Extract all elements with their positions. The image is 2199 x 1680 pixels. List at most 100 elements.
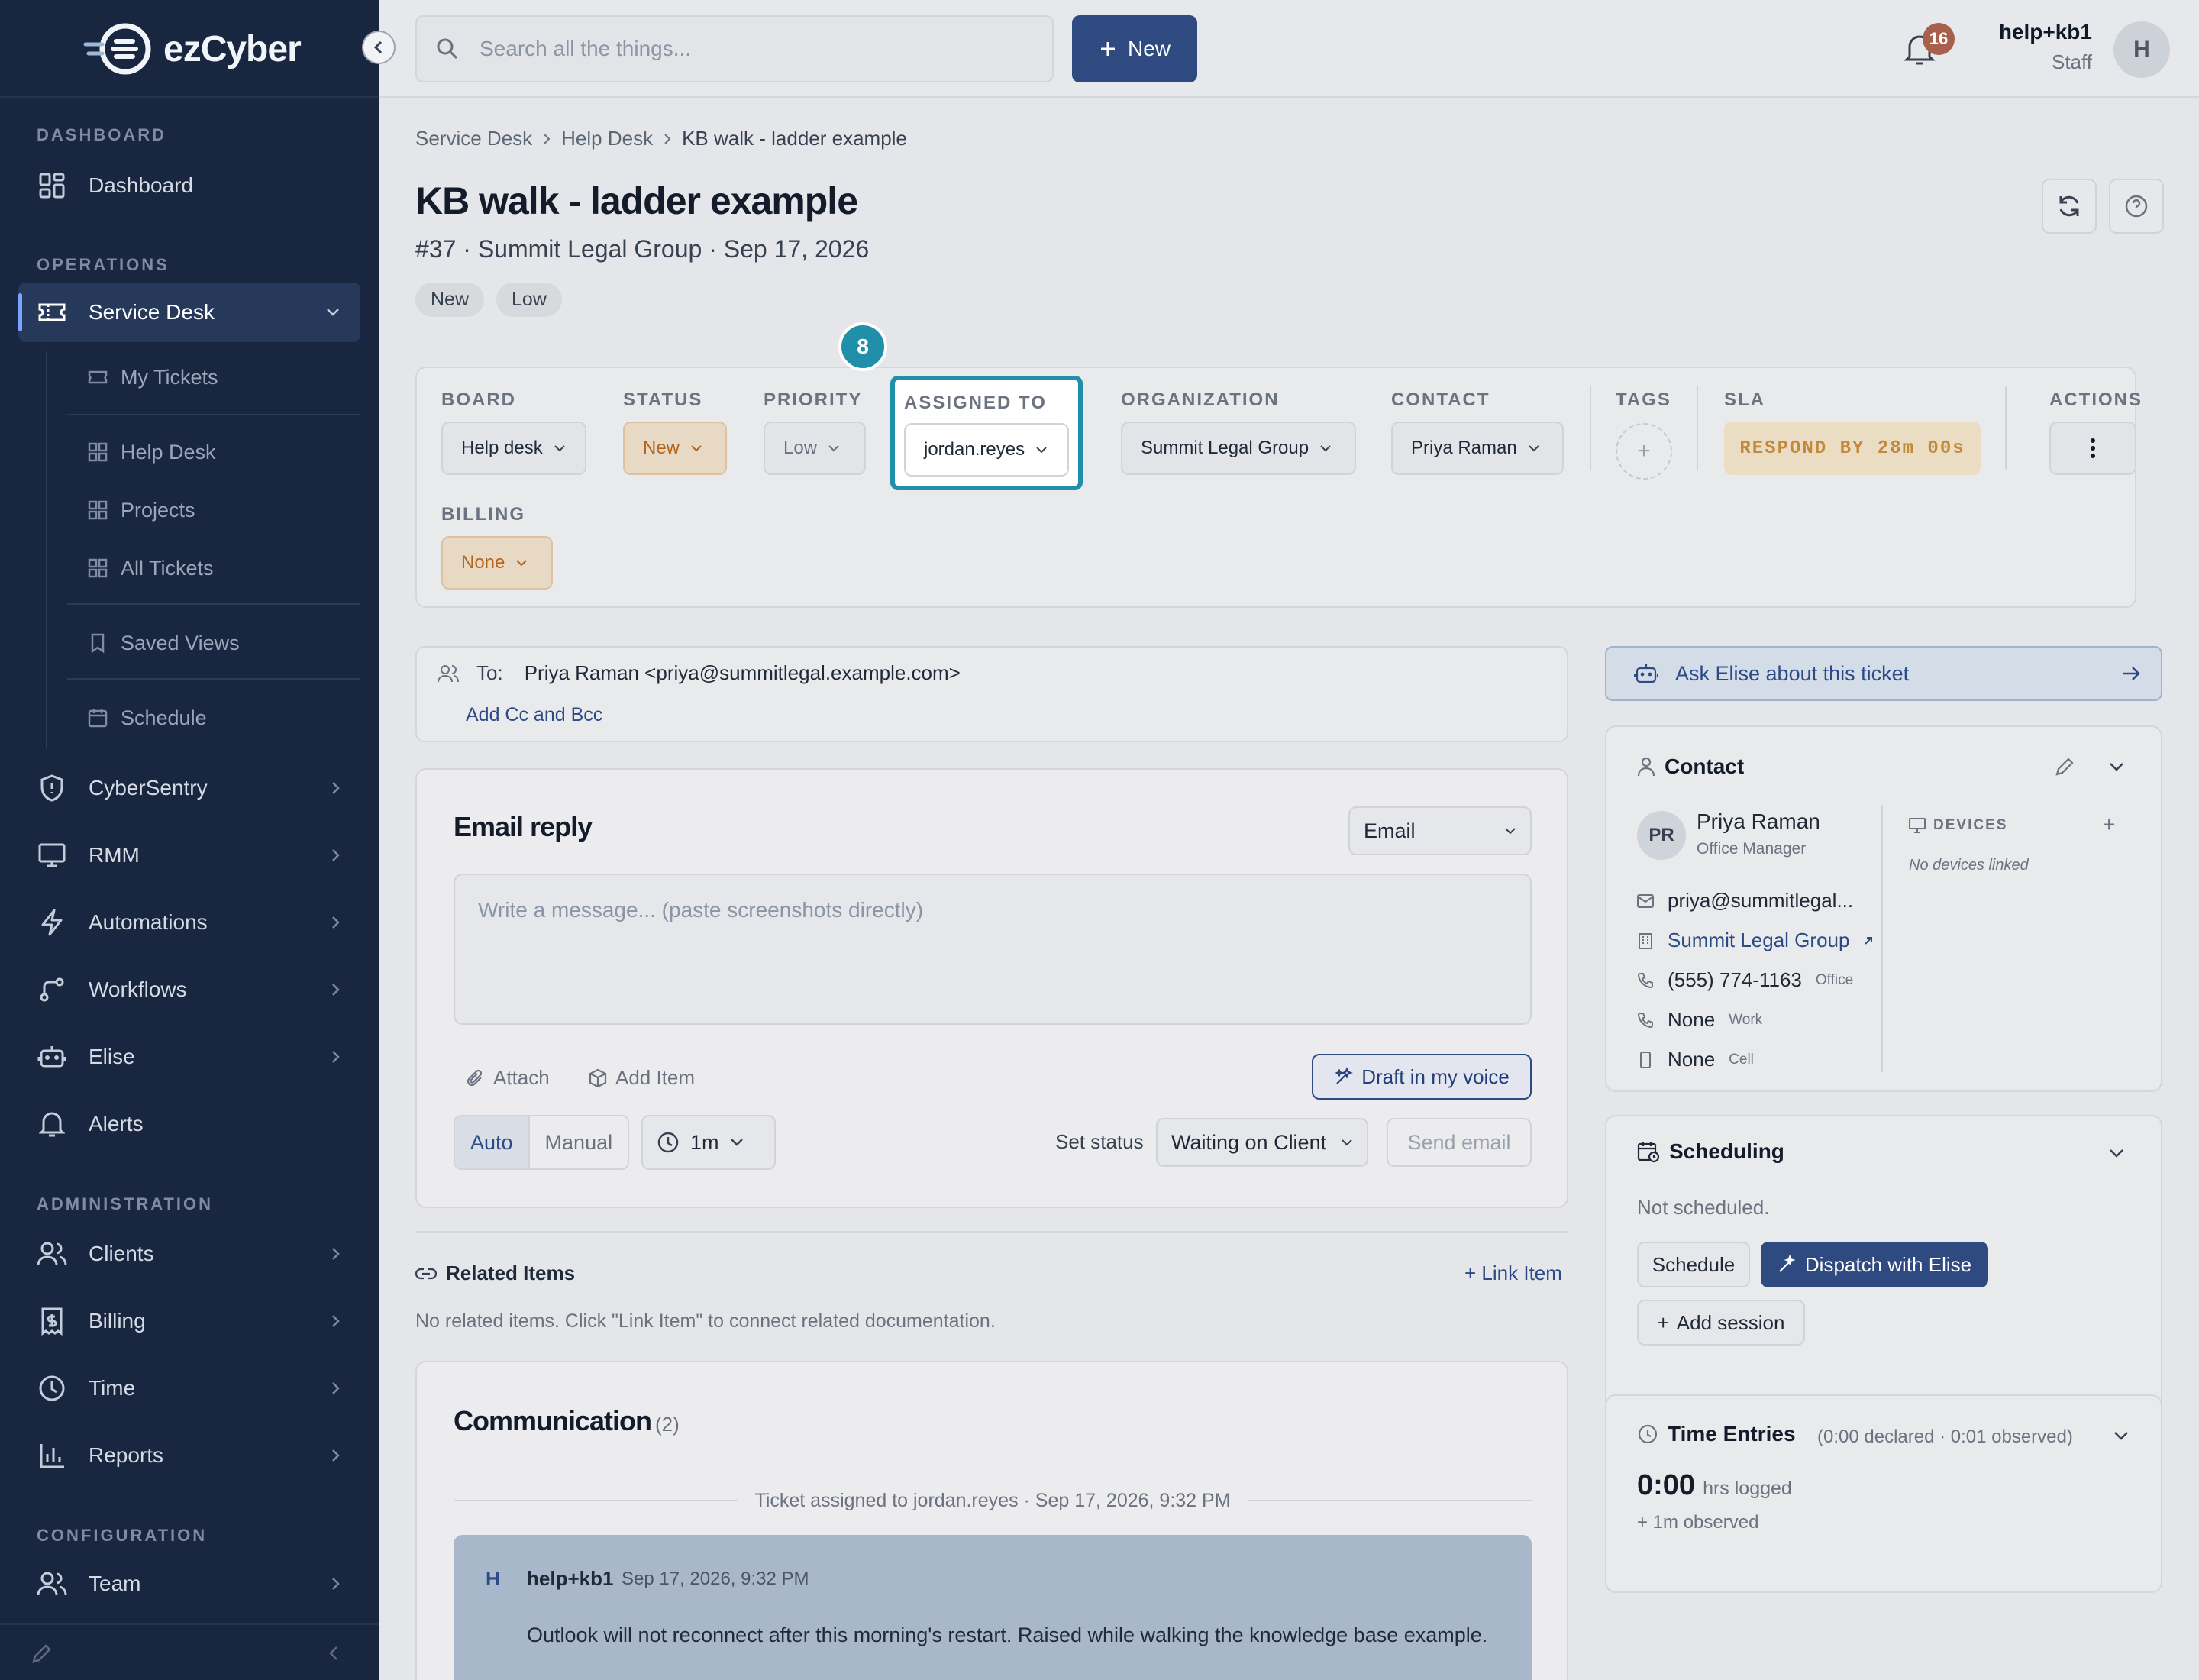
- field-label: ORGANIZATION: [1121, 389, 1280, 410]
- phone-icon: [1637, 972, 1653, 988]
- sidebar-item-clients[interactable]: Clients: [18, 1224, 360, 1284]
- dashboard-icon: [37, 170, 67, 201]
- sidebar-item-schedule[interactable]: Schedule: [67, 690, 360, 745]
- sidebar-item-label: Elise: [89, 1045, 135, 1068]
- actions-menu-button[interactable]: [2049, 422, 2136, 475]
- avatar[interactable]: H: [2113, 21, 2170, 78]
- assigned-value: jordan.reyes: [924, 439, 1025, 460]
- search-input[interactable]: Search all the things...: [415, 15, 1054, 82]
- organization-dropdown[interactable]: Summit Legal Group: [1121, 422, 1356, 475]
- users-icon: [438, 664, 459, 682]
- sidebar-item-alerts[interactable]: Alerts: [18, 1094, 360, 1154]
- collapse-sidebar-icon[interactable]: [328, 1645, 339, 1662]
- chevron-down-icon[interactable]: [2109, 762, 2124, 771]
- to-recipient[interactable]: Priya Raman <priya@summitlegal.example.c…: [525, 661, 961, 685]
- communication-card: Communication (2) Ticket assigned to jor…: [415, 1361, 1568, 1680]
- chevron-down-icon[interactable]: [2113, 1431, 2129, 1440]
- sidebar-item-elise[interactable]: Elise: [18, 1027, 360, 1087]
- sidebar-item-reports[interactable]: Reports: [18, 1426, 360, 1485]
- link-item-label: Link Item: [1481, 1262, 1562, 1284]
- contact-phone[interactable]: (555) 774-1163: [1668, 968, 1802, 992]
- help-button[interactable]: [2109, 179, 2164, 234]
- add-cc-bcc-link[interactable]: Add Cc and Bcc: [466, 704, 602, 726]
- sidebar-sub-label: Schedule: [121, 706, 207, 729]
- sidebar-item-automations[interactable]: Automations: [18, 893, 360, 952]
- sidebar-item-all-tickets[interactable]: All Tickets: [67, 541, 360, 596]
- section-administration: ADMINISTRATION: [37, 1194, 214, 1213]
- user-menu[interactable]: help+kb1 Staff: [1999, 20, 2092, 74]
- contact-org-row[interactable]: Summit Legal Group: [1637, 929, 1874, 952]
- email-reply-title: Email reply: [454, 811, 593, 842]
- send-email-button[interactable]: Send email: [1387, 1118, 1532, 1167]
- sidebar-item-workflows[interactable]: Workflows: [18, 960, 360, 1019]
- chevron-down-icon[interactable]: [2109, 1149, 2124, 1158]
- sidebar-item-time[interactable]: Time: [18, 1359, 360, 1418]
- refresh-button[interactable]: [2042, 179, 2097, 234]
- channel-select[interactable]: Email: [1348, 806, 1532, 855]
- brand-logo[interactable]: ezCyber: [82, 18, 302, 79]
- sidebar-item-label: Clients: [89, 1242, 154, 1265]
- field-label: CONTACT: [1391, 389, 1490, 410]
- divider: [1881, 805, 1883, 1072]
- communication-title: Communication: [454, 1405, 652, 1436]
- contact-email[interactable]: priya@summitlegal...: [1668, 889, 1853, 913]
- sidebar-item-projects[interactable]: Projects: [67, 483, 360, 538]
- time-entries-heading: Time Entries: [1637, 1422, 1796, 1446]
- field-label: BILLING: [441, 504, 525, 525]
- users-icon: [37, 1569, 67, 1599]
- set-status-select[interactable]: Waiting on Client: [1156, 1118, 1368, 1167]
- channel-value: Email: [1364, 819, 1416, 842]
- attach-button[interactable]: Attach: [466, 1066, 550, 1090]
- sidebar-item-billing[interactable]: Billing: [18, 1291, 360, 1351]
- dispatch-with-elise-button[interactable]: Dispatch with Elise: [1761, 1242, 1988, 1287]
- status-dropdown[interactable]: New: [623, 422, 727, 475]
- sla-countdown: RESPOND BY 28m 00s: [1724, 422, 1981, 475]
- field-priority: PRIORITY: [764, 389, 862, 411]
- priority-dropdown[interactable]: Low: [764, 422, 866, 475]
- chevron-right-icon: [331, 915, 341, 930]
- breadcrumb-link[interactable]: Help Desk: [561, 127, 653, 150]
- section-dashboard: DASHBOARD: [37, 125, 166, 144]
- mobile-icon: [1640, 1051, 1651, 1068]
- schedule-button[interactable]: Schedule: [1637, 1242, 1750, 1287]
- sidebar-item-team[interactable]: Team: [18, 1554, 360, 1614]
- new-button[interactable]: New: [1072, 15, 1197, 82]
- sidebar-item-dashboard[interactable]: Dashboard: [18, 156, 360, 215]
- timer-select[interactable]: 1m: [641, 1115, 776, 1170]
- sidebar-item-help-desk[interactable]: Help Desk: [67, 425, 360, 480]
- sidebar-item-my-tickets[interactable]: My Tickets: [67, 350, 360, 405]
- link-item-button[interactable]: + Link Item: [1464, 1262, 1562, 1285]
- phone-type: Office: [1815, 971, 1854, 988]
- contact-dropdown[interactable]: Priya Raman: [1391, 422, 1564, 475]
- sidebar-item-cybersentry[interactable]: CyberSentry: [18, 758, 360, 818]
- add-item-button[interactable]: Add Item: [588, 1066, 695, 1090]
- notifications-button[interactable]: 16: [1903, 23, 1955, 67]
- draft-in-my-voice-button[interactable]: Draft in my voice: [1312, 1054, 1532, 1100]
- chevron-down-icon: [1529, 445, 1539, 452]
- breadcrumb-link[interactable]: Service Desk: [415, 127, 532, 150]
- add-device-button[interactable]: +: [2103, 813, 2115, 837]
- contact-cell-phone: None: [1668, 1048, 1716, 1071]
- bot-icon: [1634, 664, 1658, 683]
- mode-manual-button[interactable]: Manual: [528, 1116, 628, 1168]
- sidebar-item-rmm[interactable]: RMM: [18, 825, 360, 885]
- edit-contact-icon[interactable]: [2054, 756, 2075, 777]
- message-textarea[interactable]: Write a message... (paste screenshots di…: [454, 874, 1532, 1025]
- mode-auto-button[interactable]: Auto: [455, 1116, 528, 1168]
- billing-dropdown[interactable]: None: [441, 536, 553, 590]
- assigned-to-dropdown[interactable]: jordan.reyes: [904, 423, 1069, 477]
- wand-icon: [1779, 1255, 1796, 1272]
- ticket-badges: New Low: [415, 283, 562, 317]
- submenu-divider: [67, 414, 360, 415]
- lightning-icon: [37, 907, 67, 938]
- add-session-button[interactable]: + Add session: [1637, 1300, 1805, 1346]
- sidebar-item-saved-views[interactable]: Saved Views: [67, 615, 360, 670]
- collapse-toggle-button[interactable]: [362, 31, 396, 64]
- user-icon: [1637, 757, 1655, 777]
- board-dropdown[interactable]: Help desk: [441, 422, 586, 475]
- pencil-icon[interactable]: [31, 1642, 53, 1665]
- divider: [454, 1500, 738, 1501]
- sidebar-item-service-desk[interactable]: Service Desk: [18, 283, 360, 342]
- ask-elise-button[interactable]: Ask Elise about this ticket: [1605, 646, 2162, 701]
- add-tag-button[interactable]: +: [1616, 423, 1672, 480]
